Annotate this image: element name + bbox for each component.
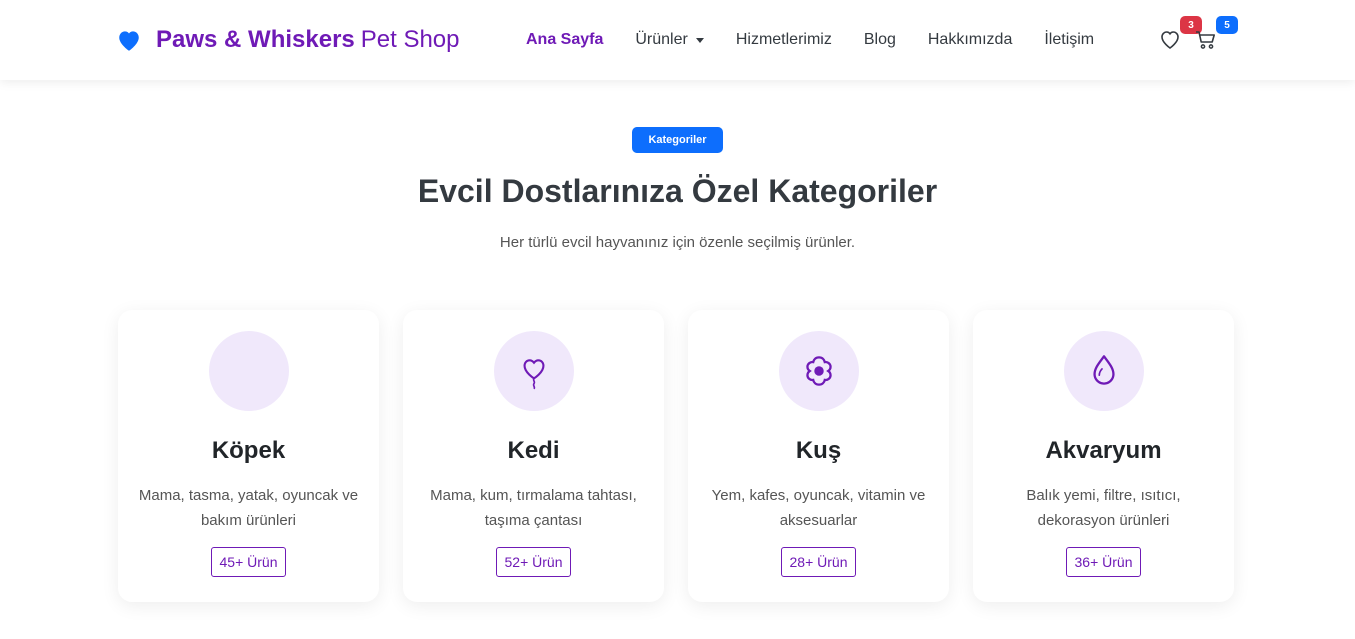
droplet-icon	[1092, 355, 1115, 385]
main-nav: Ana Sayfa Ürünler Hizmetlerimiz Blog Hak…	[510, 0, 1110, 80]
category-cards: Köpek Mama, tasma, yatak, oyuncak ve bak…	[118, 310, 1258, 602]
category-description: Mama, tasma, yatak, oyuncak ve bakım ürü…	[138, 487, 359, 529]
nav-item-home[interactable]: Ana Sayfa	[510, 31, 619, 49]
chevron-down-icon	[695, 37, 704, 43]
nav-item-products[interactable]: Ürünler	[619, 31, 719, 49]
category-count-button[interactable]: 52+ Ürün	[495, 547, 572, 577]
category-card-aquarium[interactable]: Akvaryum Balık yemi, filtre, ısıtıcı, de…	[973, 310, 1234, 602]
category-description: Mama, kum, tırmalama tahtası, taşıma çan…	[430, 487, 637, 529]
brand-name-bold: Paws & Whiskers	[156, 26, 355, 53]
category-icon-circle	[208, 331, 289, 411]
category-icon-circle	[493, 331, 574, 411]
category-count-button[interactable]: 45+ Ürün	[210, 547, 287, 577]
category-title: Kuş	[795, 437, 842, 464]
cart-count-badge: 5	[1216, 16, 1238, 34]
nav-item-services[interactable]: Hizmetlerimiz	[720, 31, 848, 49]
category-title: Akvaryum	[1045, 437, 1162, 464]
nav-item-products-label: Ürünler	[635, 31, 688, 48]
categories-header: Kategoriler Evcil Dostlarınıza Özel Kate…	[0, 127, 1355, 251]
nav-item-about[interactable]: Hakkımızda	[912, 31, 1028, 49]
brand-name-light: Pet Shop	[360, 26, 460, 53]
brand-logo-link[interactable]: Paws & Whiskers Pet Shop	[116, 26, 460, 54]
category-description: Balık yemi, filtre, ısıtıcı, dekorasyon …	[1026, 487, 1181, 529]
nav-item-contact[interactable]: İletişim	[1028, 31, 1110, 49]
navbar: Paws & Whiskers Pet Shop Ana Sayfa Ürünl…	[0, 0, 1355, 80]
nav-item-blog[interactable]: Blog	[848, 31, 912, 49]
heart-balloon-icon	[522, 359, 545, 390]
section-title: Evcil Dostlarınıza Özel Kategoriler	[417, 173, 938, 209]
category-icon-circle	[1063, 331, 1144, 411]
cart-icon	[1196, 31, 1215, 49]
cart-button[interactable]: 5	[1194, 16, 1238, 54]
category-count-button[interactable]: 36+ Ürün	[1065, 547, 1142, 577]
category-count-button[interactable]: 28+ Ürün	[780, 547, 857, 577]
category-description: Yem, kafes, oyuncak, vitamin ve aksesuar…	[711, 487, 926, 529]
category-card-dog[interactable]: Köpek Mama, tasma, yatak, oyuncak ve bak…	[118, 310, 379, 602]
heart-outline-icon	[1161, 31, 1179, 49]
category-title: Kedi	[507, 437, 560, 464]
nav-icons: 3 5	[1158, 16, 1238, 54]
section-badge: Kategoriler	[632, 127, 723, 153]
wishlist-button[interactable]: 3	[1158, 16, 1202, 54]
category-card-bird[interactable]: Kuş Yem, kafes, oyuncak, vitamin ve akse…	[688, 310, 949, 602]
category-title: Köpek	[211, 437, 286, 464]
category-icon-circle	[778, 331, 859, 411]
category-card-cat[interactable]: Kedi Mama, kum, tırmalama tahtası, taşım…	[403, 310, 664, 602]
flower-icon	[805, 356, 832, 386]
section-subtitle: Her türlü evcil hayvanınız için özenle s…	[499, 234, 856, 251]
heart-icon	[116, 28, 142, 52]
